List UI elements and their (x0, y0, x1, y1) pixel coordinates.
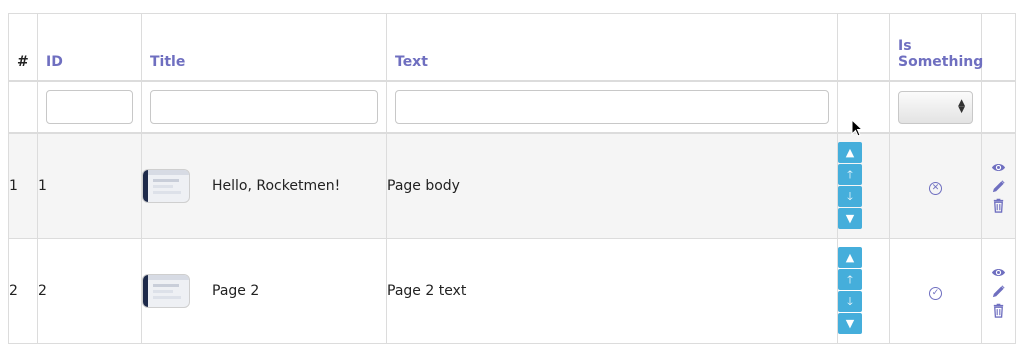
trash-icon[interactable] (991, 303, 1006, 318)
mouse-cursor-icon (851, 119, 863, 137)
select-arrows-icon: ▲ ▼ (958, 97, 965, 115)
row-actions (981, 238, 1016, 344)
filter-text-input[interactable] (395, 90, 829, 124)
chevron-up-icon: ▲ (845, 251, 855, 264)
trash-icon[interactable] (991, 198, 1006, 213)
pencil-icon[interactable] (991, 284, 1006, 299)
column-header-number: # (8, 13, 38, 82)
row-title-cell: Hello, Rocketmen! (141, 132, 387, 239)
table-row: 1 1 Hello, Rocketmen! Page body ▲ 🡑 🡓 ▼ (8, 132, 1016, 239)
row-sort-cell: ▲ 🡑 🡓 ▼ (837, 238, 890, 344)
move-last-button[interactable]: ▼ (838, 208, 862, 229)
move-down-button[interactable]: 🡓 (838, 291, 862, 312)
row-is-something: ✓ (889, 238, 982, 344)
column-header-title[interactable]: Title (141, 13, 387, 82)
filter-title-input[interactable] (150, 90, 378, 124)
row-number: 2 (8, 238, 38, 344)
row-is-something: ✕ (889, 132, 982, 239)
chevron-down-icon: ▼ (845, 317, 855, 330)
column-header-id[interactable]: ID (37, 13, 142, 82)
header-row: # ID Title Text Is Something (8, 13, 1016, 82)
filter-is-something-select[interactable]: ▲ ▼ (898, 90, 973, 124)
filter-cell-sort (837, 80, 890, 134)
arrow-up-icon: 🡑 (847, 168, 853, 181)
is-something-label-line2: Something (898, 54, 984, 70)
row-title: Page 2 (212, 283, 260, 299)
arrow-down-icon: 🡓 (847, 295, 853, 308)
move-first-button[interactable]: ▲ (838, 142, 862, 163)
page-thumbnail (142, 169, 190, 203)
row-id: 1 (37, 132, 142, 239)
chevron-down-icon: ▼ (845, 212, 855, 225)
is-something-label-line1: Is (898, 38, 912, 54)
eye-icon[interactable] (991, 265, 1006, 280)
page-thumbnail (142, 274, 190, 308)
chevron-up-icon: ▲ (845, 146, 855, 159)
column-header-actions (981, 13, 1016, 82)
arrow-up-icon: 🡑 (847, 273, 853, 286)
arrow-down-icon: 🡓 (847, 190, 853, 203)
filter-cell-actions (981, 80, 1016, 134)
filter-cell-number (8, 80, 38, 134)
filter-id-input[interactable] (46, 90, 133, 124)
column-header-is-something[interactable]: Is Something (889, 13, 984, 82)
row-number: 1 (8, 132, 38, 239)
move-up-button[interactable]: 🡑 (838, 164, 862, 185)
records-table: # ID Title Text Is Something ▲ ▼ 1 1 Hel… (8, 13, 1016, 344)
row-sort-cell: ▲ 🡑 🡓 ▼ (837, 132, 890, 239)
table-row: 2 2 Page 2 Page 2 text ▲ 🡑 🡓 ▼ ✓ (8, 238, 1016, 344)
move-down-button[interactable]: 🡓 (838, 186, 862, 207)
filter-row: ▲ ▼ (8, 80, 1016, 134)
row-text: Page body (386, 132, 838, 239)
filter-cell-id (37, 80, 142, 134)
row-title-cell: Page 2 (141, 238, 387, 344)
column-header-sort (837, 13, 890, 82)
column-header-text[interactable]: Text (386, 13, 838, 82)
filter-cell-title (141, 80, 387, 134)
move-up-button[interactable]: 🡑 (838, 269, 862, 290)
filter-cell-text (386, 80, 838, 134)
row-id: 2 (37, 238, 142, 344)
row-title: Hello, Rocketmen! (212, 178, 341, 194)
pencil-icon[interactable] (991, 179, 1006, 194)
check-circle-icon: ✓ (929, 286, 942, 300)
filter-cell-is-something: ▲ ▼ (889, 80, 982, 134)
row-actions (981, 132, 1016, 239)
move-last-button[interactable]: ▼ (838, 313, 862, 334)
x-circle-icon: ✕ (929, 181, 942, 195)
move-first-button[interactable]: ▲ (838, 247, 862, 268)
row-text: Page 2 text (386, 238, 838, 344)
eye-icon[interactable] (991, 160, 1006, 175)
